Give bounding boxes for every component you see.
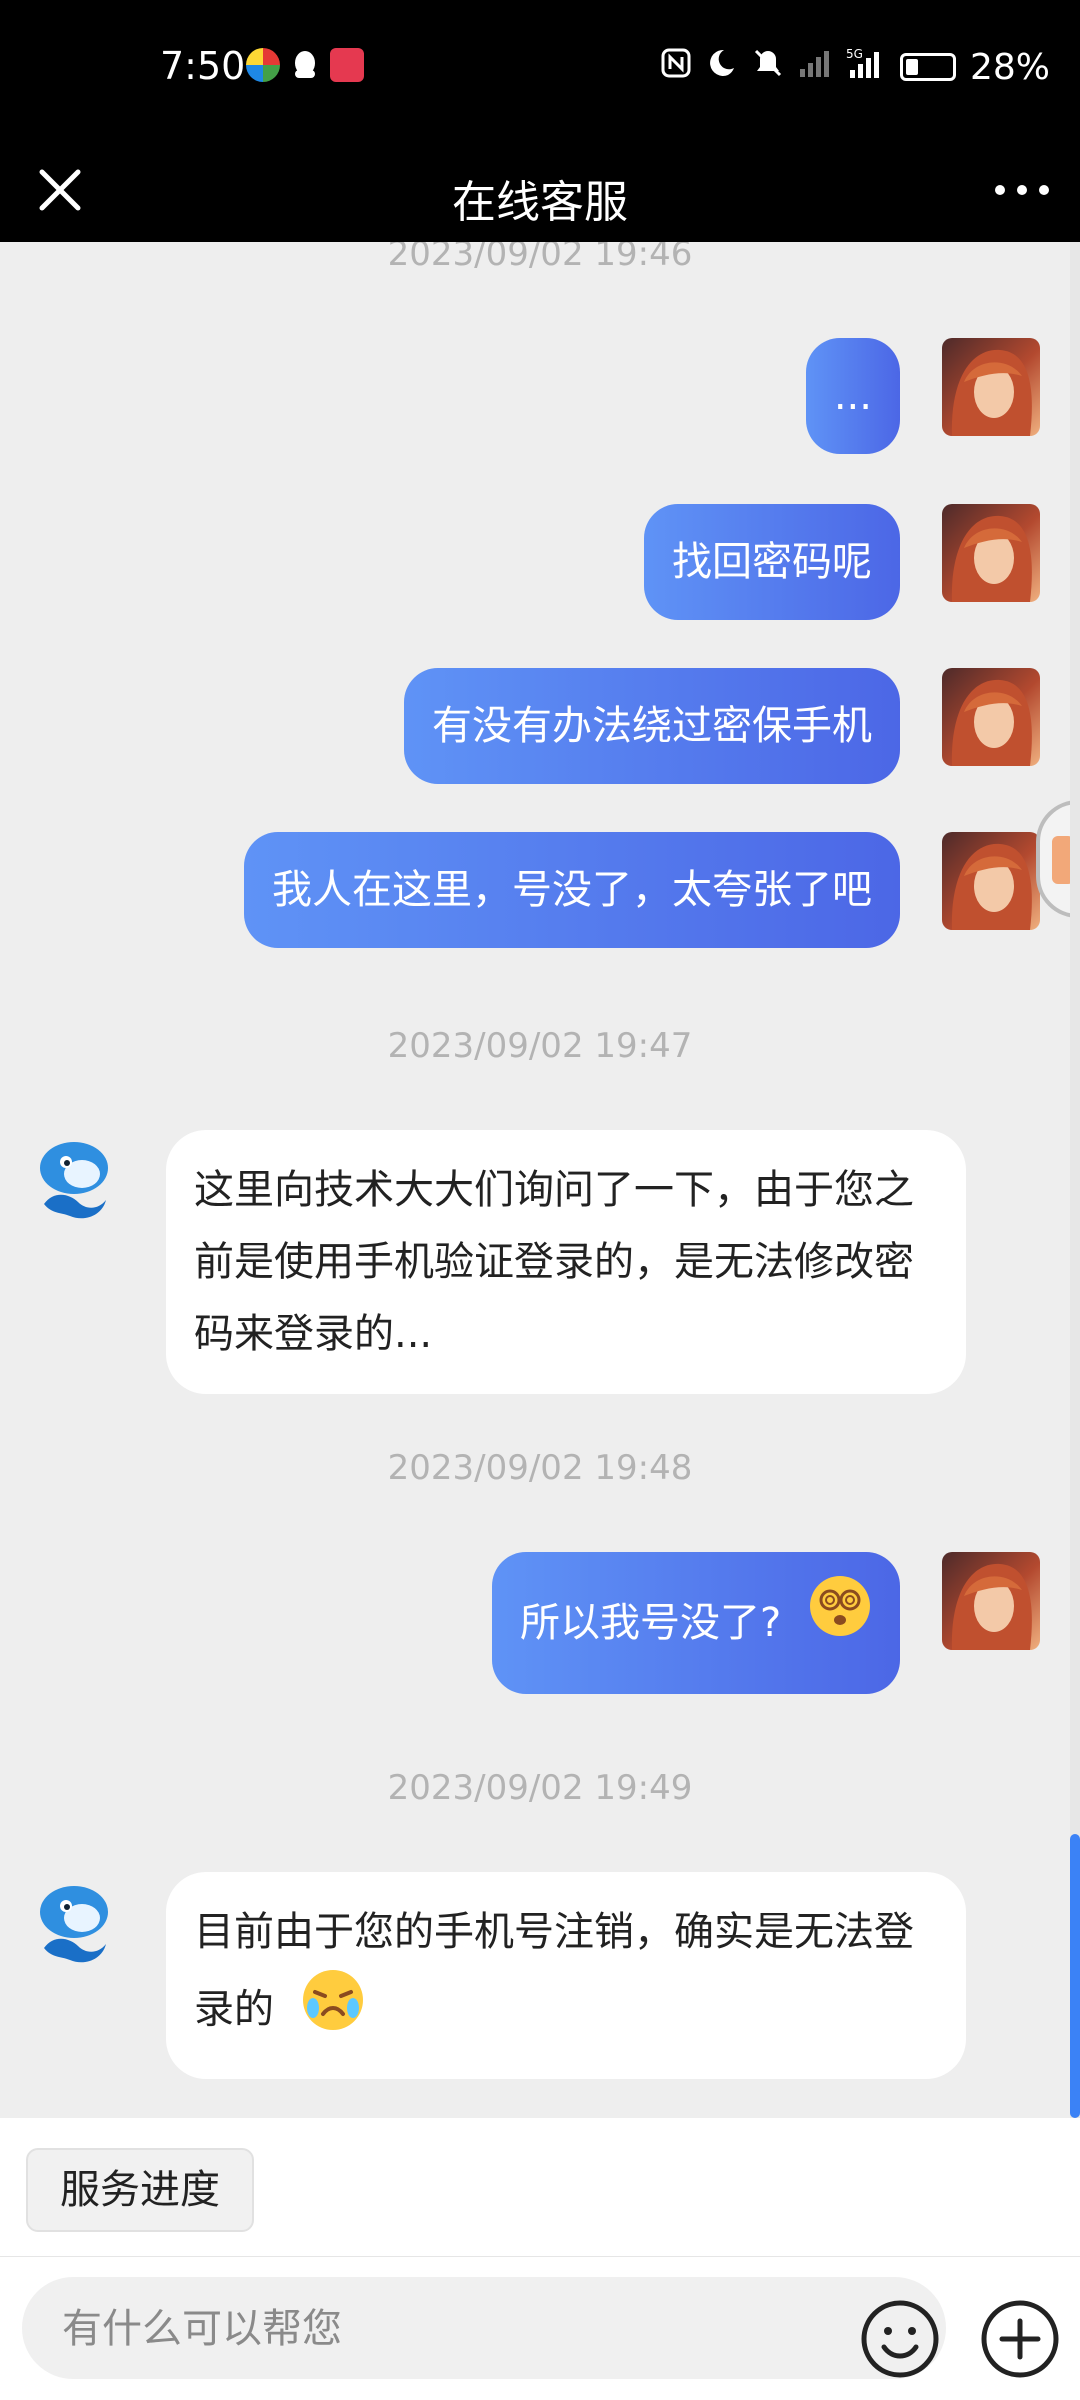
user-message-text: 所以我号没了? bbox=[520, 1600, 782, 1646]
emoji-button[interactable] bbox=[858, 2297, 942, 2381]
agent-avatar[interactable] bbox=[24, 1872, 124, 1972]
signal-5g-icon: 5G bbox=[846, 46, 886, 88]
chat-history[interactable]: 2023/09/02 19:46 ... 找回密码呢 有没有办法绕过密保手机 我… bbox=[0, 242, 1080, 2118]
user-avatar-image bbox=[951, 349, 1032, 436]
moon-icon bbox=[706, 47, 738, 87]
user-message-bubble: 有没有办法绕过密保手机 bbox=[404, 668, 900, 784]
dolphin-mascot-icon bbox=[40, 1142, 108, 1219]
battery-level bbox=[905, 59, 918, 75]
header-bar: 在线客服 bbox=[0, 138, 1080, 242]
user-message-bubble: 我人在这里，号没了，太夸张了吧 bbox=[244, 832, 900, 948]
user-message-text: 我人在这里，号没了，太夸张了吧 bbox=[272, 867, 872, 913]
battery-icon bbox=[899, 53, 956, 81]
user-message-text: ... bbox=[833, 373, 872, 419]
user-avatar[interactable] bbox=[942, 504, 1040, 602]
user-avatar[interactable] bbox=[942, 338, 1040, 436]
agent-message-bubble: 目前由于您的手机号注销，确实是无法登录的 bbox=[166, 1872, 966, 2079]
user-message-bubble: 找回密码呢 bbox=[644, 504, 900, 620]
battery-percent: 28% bbox=[969, 46, 1050, 88]
signal-off-icon bbox=[798, 47, 832, 87]
service-progress-button[interactable]: 服务进度 bbox=[26, 2148, 254, 2232]
nfc-icon bbox=[660, 47, 692, 87]
message-timestamp: 2023/09/02 19:49 bbox=[387, 1768, 693, 1808]
mute-bell-icon bbox=[752, 47, 784, 87]
smiley-icon bbox=[861, 2300, 939, 2378]
agent-message-bubble: 这里向技术大大们询问了一下，由于您之前是使用手机验证登录的，是无法修改密码来登录… bbox=[166, 1130, 966, 1394]
more-dots-icon bbox=[995, 185, 1049, 195]
scrollbar-thumb[interactable] bbox=[1070, 1834, 1080, 2118]
message-input-container[interactable] bbox=[22, 2277, 946, 2381]
user-avatar[interactable] bbox=[942, 668, 1040, 766]
plus-icon bbox=[981, 2300, 1059, 2378]
add-attachment-button[interactable] bbox=[978, 2297, 1062, 2381]
user-avatar-image bbox=[951, 1563, 1032, 1650]
status-bar: 7:50 5G 28% bbox=[0, 0, 1080, 138]
agent-avatar[interactable] bbox=[24, 1128, 124, 1228]
status-right: 5G 28% bbox=[660, 46, 1050, 88]
user-avatar[interactable] bbox=[942, 832, 1040, 930]
message-timestamp: 2023/09/02 19:47 bbox=[387, 1026, 693, 1066]
notification-icons bbox=[246, 48, 364, 82]
page-title: 在线客服 bbox=[452, 177, 628, 228]
user-avatar[interactable] bbox=[942, 1552, 1040, 1650]
colorful-app-icon bbox=[246, 48, 280, 82]
user-message-text: 找回密码呢 bbox=[672, 539, 872, 585]
user-message-text: 有没有办法绕过密保手机 bbox=[432, 703, 872, 749]
svg-text:5G: 5G bbox=[846, 47, 863, 61]
user-avatar-image bbox=[951, 515, 1032, 602]
crying-face-emoji-icon bbox=[301, 1968, 365, 2055]
message-timestamp: 2023/09/02 19:48 bbox=[387, 1448, 693, 1488]
reader-app-icon bbox=[330, 48, 364, 82]
user-message-bubble: ... bbox=[805, 338, 900, 454]
quick-action-bar: 服务进度 bbox=[0, 2118, 1080, 2257]
message-input[interactable] bbox=[60, 2277, 844, 2381]
dizzy-face-emoji-icon bbox=[808, 1554, 872, 1696]
message-timestamp: 2023/09/02 19:46 bbox=[387, 242, 693, 274]
agent-message-text: 这里向技术大大们询问了一下，由于您之前是使用手机验证登录的，是无法修改密码来登录… bbox=[194, 1167, 914, 1357]
dolphin-mascot-icon bbox=[40, 1886, 108, 1963]
status-time: 7:50 bbox=[160, 44, 246, 88]
more-options-button[interactable] bbox=[990, 158, 1054, 222]
user-message-bubble: 所以我号没了? bbox=[492, 1552, 900, 1694]
user-avatar-image bbox=[951, 679, 1032, 766]
qq-penguin-icon bbox=[290, 48, 320, 82]
user-avatar-image bbox=[951, 843, 1032, 930]
